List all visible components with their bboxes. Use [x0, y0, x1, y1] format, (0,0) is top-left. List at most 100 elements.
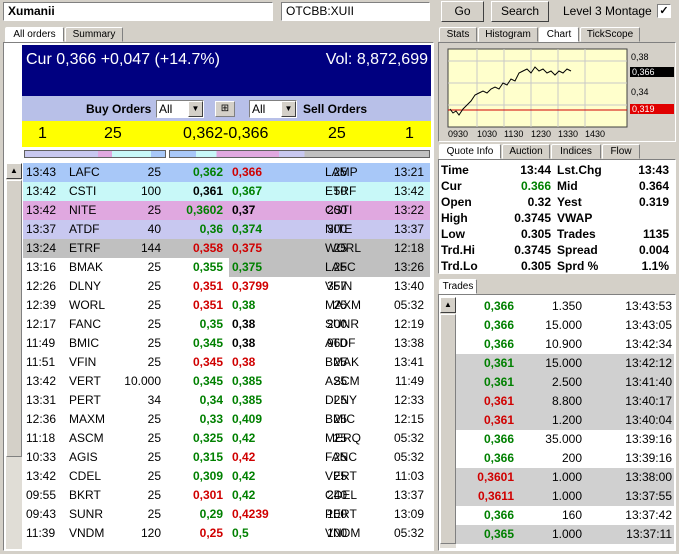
px-cell: 0,362 — [192, 165, 223, 179]
bid-row[interactable]: 13:37 ATDF 40 0,36 — [23, 220, 229, 239]
ask-row[interactable]: 0,42 25 VERT 11:03 — [229, 467, 430, 486]
mm-cell: VFIN — [325, 279, 353, 293]
trades-scrollbar-thumb[interactable] — [440, 314, 456, 544]
search-button[interactable]: Search — [491, 1, 549, 22]
bid-row[interactable]: 13:42 CDEL 25 0,309 — [23, 467, 229, 486]
trade-row[interactable]: 0,3611 1.000 13:37:55 — [456, 487, 674, 506]
bid-row[interactable]: 10:33 AGIS 25 0,315 — [23, 448, 229, 467]
bid-row[interactable]: 12:17 FANC 25 0,35 — [23, 315, 229, 334]
scroll-up-icon[interactable]: ▲ — [440, 297, 456, 313]
inside-market-bar: 1 25 0,362-0,366 25 1 — [22, 121, 431, 147]
trade-row[interactable]: 0,366 160 13:37:42 — [456, 506, 674, 525]
3-cell: 1135 — [642, 227, 669, 241]
trade-row[interactable]: 0,366 1.350 13:43:53 — [456, 297, 674, 316]
level3-checkbox[interactable]: ✓ — [657, 4, 671, 18]
tab-trades[interactable]: Trades — [439, 279, 477, 294]
ask-row[interactable]: 0,38 200 SUNR 12:19 — [229, 315, 430, 334]
px-cell: 0,42 — [232, 488, 256, 502]
ask-row[interactable]: 0,385 25 DLNY 12:33 — [229, 391, 430, 410]
ask-row[interactable]: 0,38 25 MAXM 05:32 — [229, 296, 430, 315]
symbol-input[interactable]: OTCBB:XUII — [281, 2, 430, 21]
ask-row[interactable]: 0,374 300 NITE 13:37 — [229, 220, 430, 239]
bid-row[interactable]: 12:26 DLNY 25 0,351 — [23, 277, 229, 296]
trade-row[interactable]: 0,361 1.200 13:40:04 — [456, 411, 674, 430]
y-tick-yesterday: 0,319 — [630, 104, 674, 114]
tab-quote-info[interactable]: Quote Info — [439, 144, 501, 159]
bid-row[interactable]: 09:43 SUNR 25 0,29 — [23, 505, 229, 524]
trade-row[interactable]: 0,361 15.000 13:42:12 — [456, 354, 674, 373]
px-cell: 0,361 — [192, 184, 223, 198]
trade-row[interactable]: 0,366 35.000 13:39:16 — [456, 430, 674, 449]
t-cell: 13:22 — [393, 203, 424, 217]
trade-row[interactable]: 0,366 200 13:39:16 — [456, 449, 674, 468]
bid-row[interactable]: 13:31 PERT 34 0,34 — [23, 391, 229, 410]
t-cell: 09:43 — [26, 507, 57, 521]
link-icon[interactable]: ⊞ — [215, 101, 235, 117]
ask-row[interactable]: 0,38 960 ATDF 13:38 — [229, 334, 430, 353]
bid-row[interactable]: 13:42 VERT 10.000 0,345 — [23, 372, 229, 391]
ask-row[interactable]: 0,367 50 ETRF 13:42 — [229, 182, 430, 201]
ask-row[interactable]: 0,42 25 MERQ 05:32 — [229, 429, 430, 448]
x-tick-1430: 1430 — [585, 129, 606, 139]
tab-chart[interactable]: Chart — [539, 27, 579, 42]
ask-row[interactable]: 0,366 25 LAMP 13:21 — [229, 163, 430, 182]
buy-filter-select[interactable]: All ▼ — [156, 100, 204, 118]
trade-row[interactable]: 0,365 1.000 13:37:11 — [456, 525, 674, 544]
ask-row[interactable]: 0,4239 100 PERT 13:09 — [229, 505, 430, 524]
ask-row[interactable]: 0,409 25 BMIC 12:15 — [229, 410, 430, 429]
ask-row[interactable]: 0,42 240 CDEL 13:37 — [229, 486, 430, 505]
px-cell: 0,42 — [232, 431, 256, 445]
ask-row[interactable]: 0,3799 357 VFIN 13:40 — [229, 277, 430, 296]
px-cell: 0,366 — [483, 451, 514, 465]
bid-row[interactable]: 11:18 ASCM 25 0,325 — [23, 429, 229, 448]
ask-row[interactable]: 0,375 25 WORL 12:18 — [229, 239, 430, 258]
t-cell: 13:41:40 — [625, 375, 672, 389]
bid-row[interactable]: 13:24 ETRF 144 0,358 — [23, 239, 229, 258]
trade-row[interactable]: 0,361 8.800 13:40:17 — [456, 392, 674, 411]
bid-row[interactable]: 13:42 NITE 25 0,3602 — [23, 201, 229, 220]
mm-cell: PERT — [325, 507, 357, 521]
quote-row: Cur 0.366 Mid 0.364 — [439, 178, 675, 194]
bid-row[interactable]: 13:16 BMAK 25 0,355 — [23, 258, 229, 277]
trade-row[interactable]: 0,366 10.900 13:42:34 — [456, 335, 674, 354]
t-cell: 11:49 — [26, 336, 56, 350]
ask-row[interactable]: 0,375 25 LAFC 13:26 — [229, 258, 430, 277]
symbol-name-field[interactable]: Xumanii — [3, 2, 273, 21]
t-cell: 13:21 — [393, 165, 424, 179]
bid-row[interactable]: 13:43 LAFC 25 0,362 — [23, 163, 229, 182]
tab-auction[interactable]: Auction — [502, 144, 550, 159]
tab-summary[interactable]: Summary — [65, 27, 123, 42]
bid-row[interactable]: 12:39 WORL 25 0,351 — [23, 296, 229, 315]
px-cell: 0,366 — [483, 508, 514, 522]
go-button[interactable]: Go — [441, 1, 484, 22]
bid-row[interactable]: 11:49 BMIC 25 0,345 — [23, 334, 229, 353]
tab-flow[interactable]: Flow — [602, 144, 640, 159]
tab-stats[interactable]: Stats — [439, 27, 477, 42]
tab-indices[interactable]: Indices — [551, 144, 601, 159]
ask-row[interactable]: 0,37 200 CSTI 13:22 — [229, 201, 430, 220]
trade-row[interactable]: 0,366 15.000 13:43:05 — [456, 316, 674, 335]
ask-row[interactable]: 0,5 100 VNDM 05:32 — [229, 524, 430, 543]
px-cell: 0,366 — [232, 165, 263, 179]
scroll-up-icon[interactable]: ▲ — [6, 163, 22, 179]
trade-row[interactable]: 0,3601 1.000 13:38:00 — [456, 468, 674, 487]
bid-row[interactable]: 11:51 VFIN 25 0,345 — [23, 353, 229, 372]
t-cell: 13:42 — [26, 203, 57, 217]
ask-row[interactable]: 0,385 25 ASCM 11:49 — [229, 372, 430, 391]
bid-row[interactable]: 11:39 VNDM 120 0,25 — [23, 524, 229, 543]
tab-histogram[interactable]: Histogram — [478, 27, 538, 42]
ask-row[interactable]: 0,38 25 BMAK 13:41 — [229, 353, 430, 372]
bid-row[interactable]: 12:36 MAXM 25 0,33 — [23, 410, 229, 429]
sell-filter-select[interactable]: All ▼ — [249, 100, 297, 118]
px-cell: 0,409 — [232, 412, 263, 426]
tab-all-orders[interactable]: All orders — [5, 27, 64, 42]
tab-tickscope[interactable]: TickScope — [580, 27, 640, 42]
quote-row: High 0.3745 VWAP — [439, 210, 675, 226]
quote-value: 0.305 — [520, 259, 551, 273]
ask-row[interactable]: 0,42 25 FANC 05:32 — [229, 448, 430, 467]
scrollbar-thumb[interactable] — [6, 180, 22, 457]
sz-cell: 1.000 — [551, 489, 582, 503]
bid-row[interactable]: 13:42 CSTI 100 0,361 — [23, 182, 229, 201]
trade-row[interactable]: 0,361 2.500 13:41:40 — [456, 373, 674, 392]
bid-row[interactable]: 09:55 BKRT 25 0,301 — [23, 486, 229, 505]
